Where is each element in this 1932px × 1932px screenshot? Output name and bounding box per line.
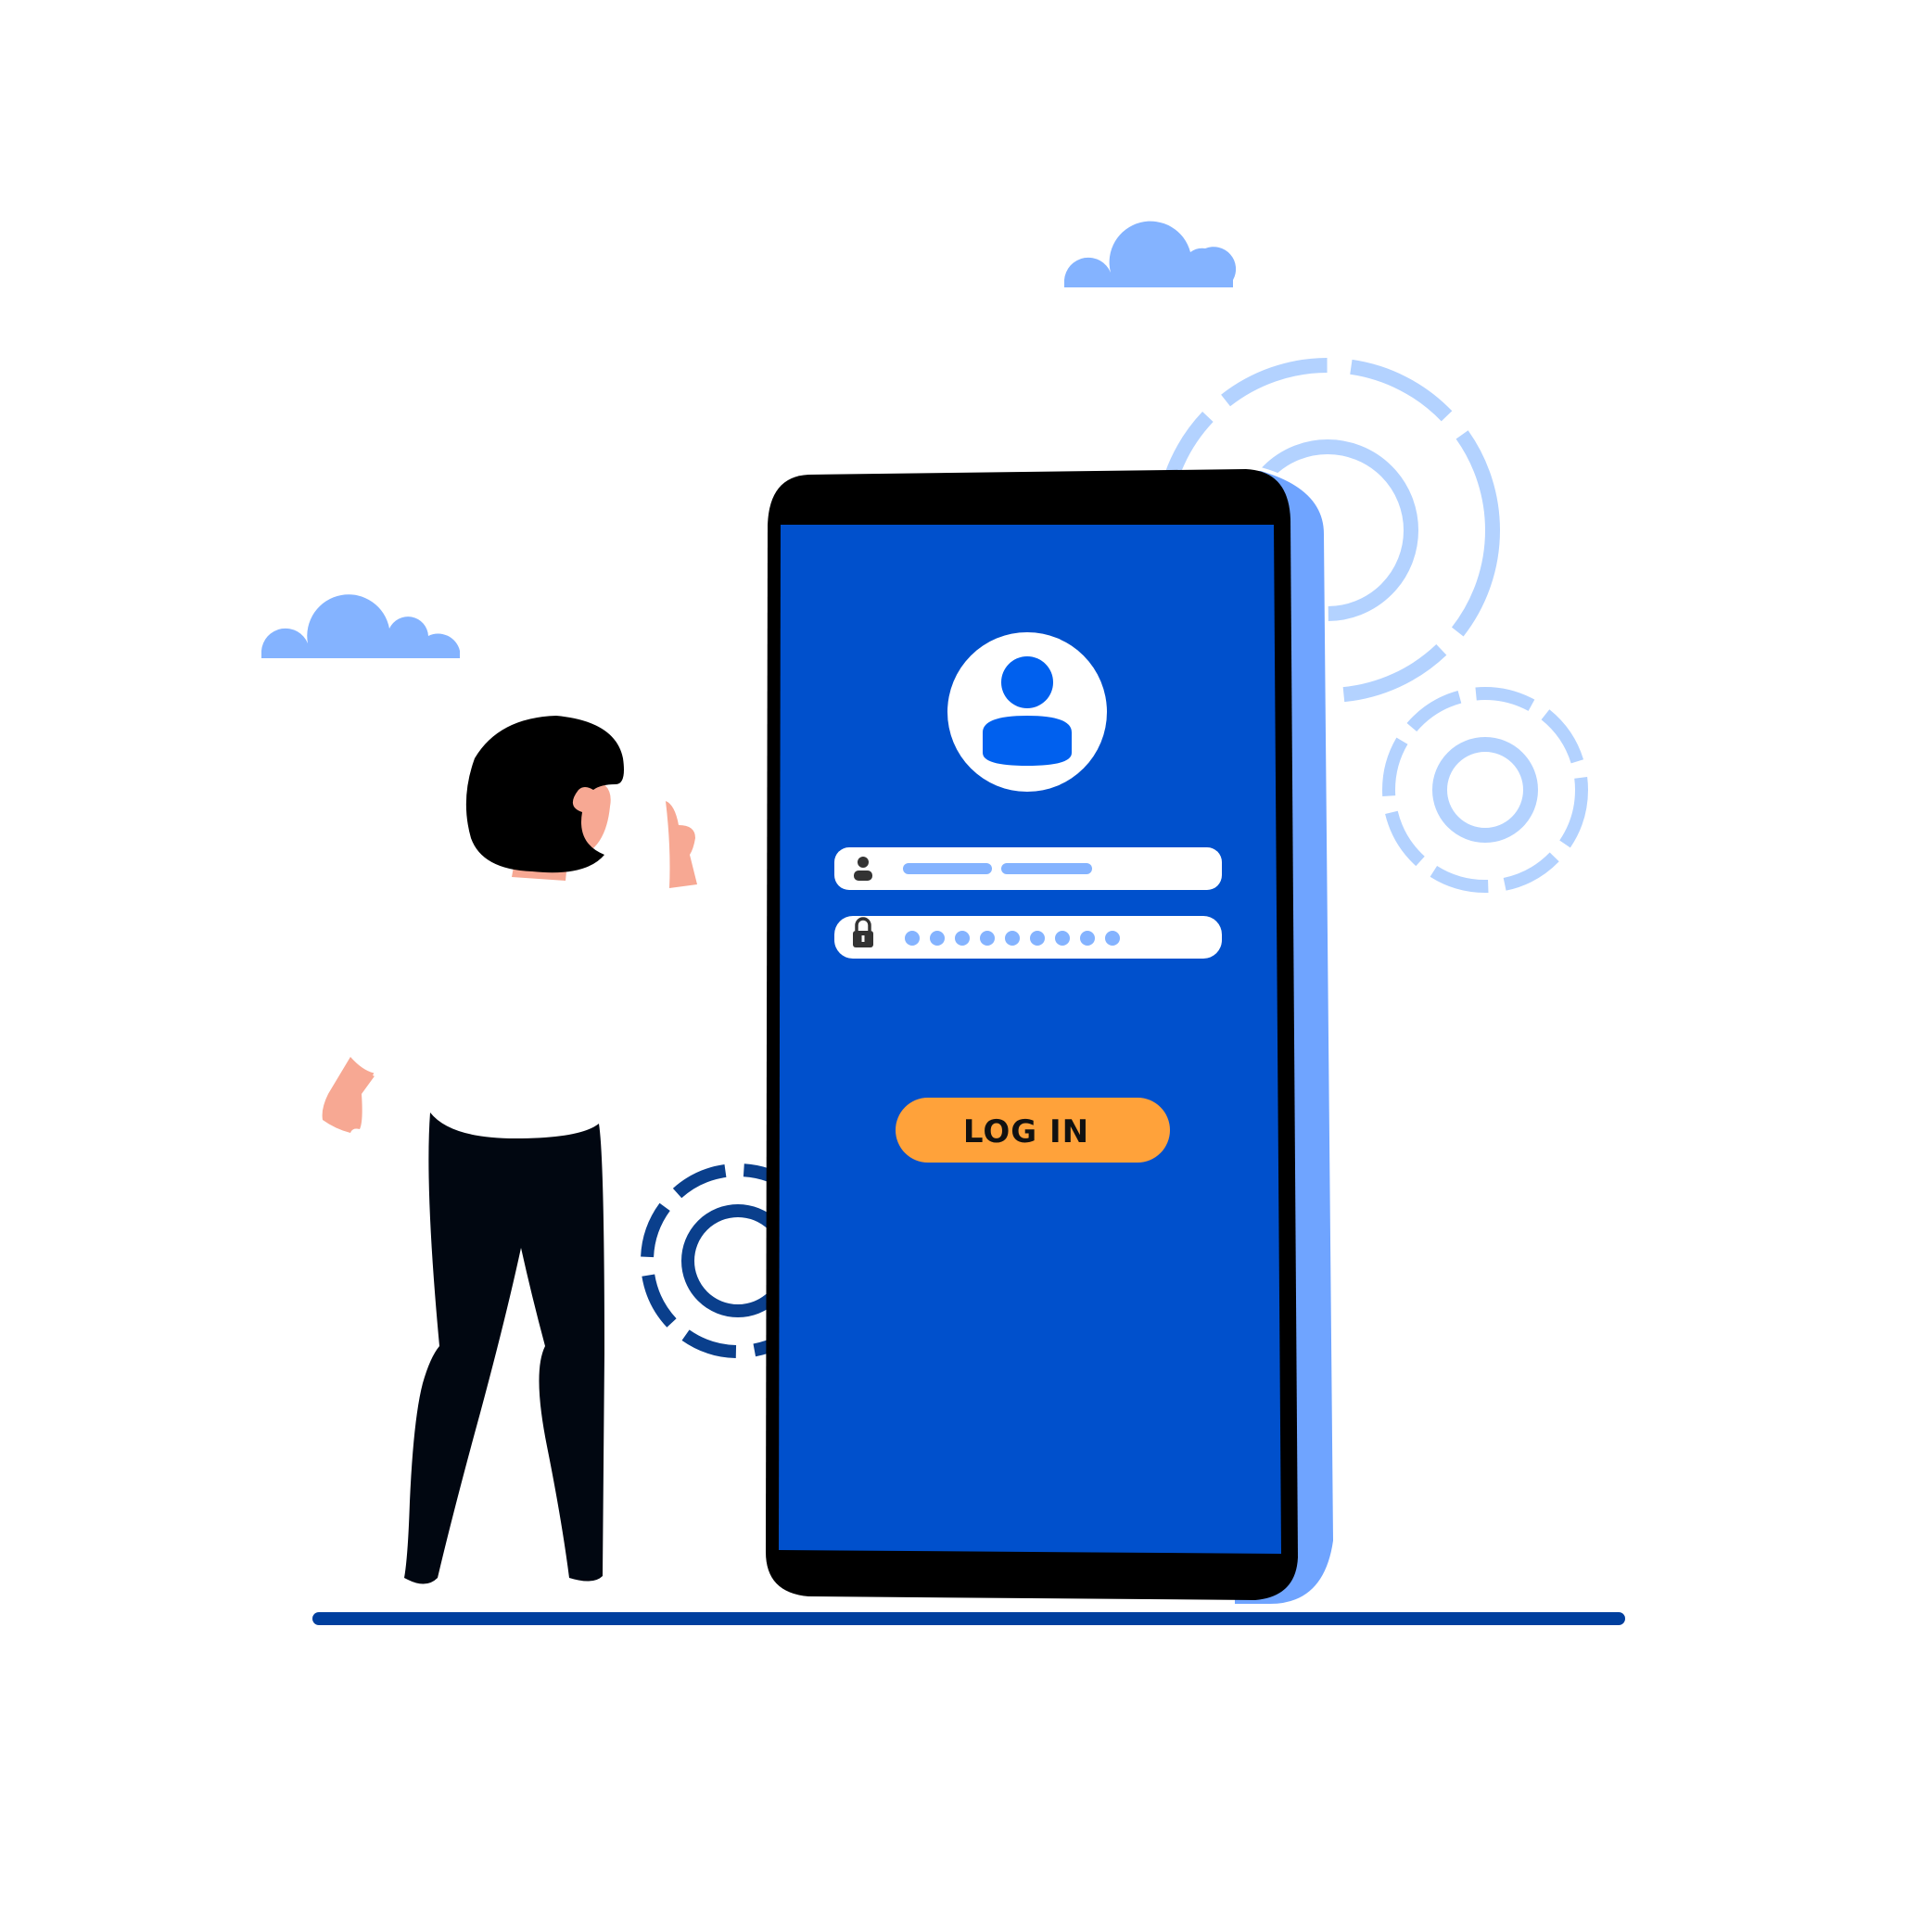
password-mask-dot bbox=[1030, 931, 1045, 946]
login-button[interactable]: LOG IN bbox=[896, 1098, 1170, 1163]
password-mask-dot bbox=[1055, 931, 1070, 946]
login-button-label: LOG IN bbox=[963, 1113, 1089, 1150]
password-mask-dot bbox=[905, 931, 920, 946]
person-pants bbox=[404, 1112, 604, 1584]
password-mask-dot bbox=[1080, 931, 1095, 946]
password-mask-dot bbox=[980, 931, 995, 946]
cloud-top-right bbox=[1064, 221, 1237, 287]
password-mask bbox=[905, 931, 1120, 946]
person bbox=[322, 716, 697, 1584]
password-mask-dot bbox=[930, 931, 945, 946]
password-mask-dot bbox=[955, 931, 970, 946]
gear-small-icon bbox=[1382, 687, 1588, 893]
person-hand-raised bbox=[666, 801, 697, 888]
password-field[interactable] bbox=[834, 916, 1222, 959]
username-field[interactable] bbox=[834, 847, 1222, 890]
person-hand-lower bbox=[322, 1057, 376, 1133]
cloud-left bbox=[261, 594, 460, 658]
person-shirt bbox=[373, 853, 616, 1140]
profile-avatar-icon bbox=[947, 632, 1107, 792]
password-mask-dot bbox=[1005, 931, 1020, 946]
login-illustration: LOG IN bbox=[261, 221, 1625, 1625]
password-mask-dot bbox=[1105, 931, 1120, 946]
